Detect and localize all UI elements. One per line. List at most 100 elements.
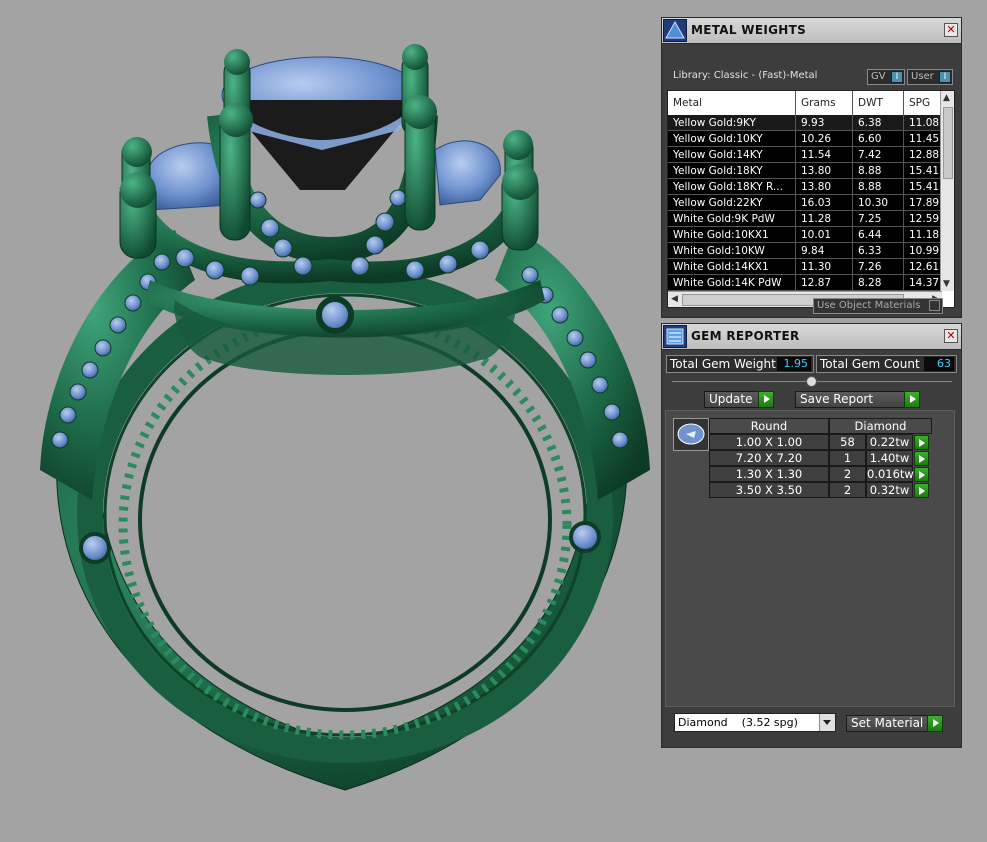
table-row[interactable]: Yellow Gold:14KY 11.54 7.42 12.88 (668, 147, 942, 163)
table-cell: 7.26 (853, 259, 904, 275)
table-row[interactable]: White Gold:10KW 9.84 6.33 10.99 (668, 243, 942, 259)
column-header-spg[interactable]: SPG (904, 91, 942, 115)
toggle-icon (929, 300, 940, 311)
gem-reporter-title: GEM REPORTER (691, 329, 800, 343)
table-row[interactable]: White Gold:14K PdW 12.87 8.28 14.37 (668, 275, 942, 291)
select-gems-play-icon[interactable] (914, 483, 929, 498)
gem-cell: 1.40tw (866, 450, 913, 466)
update-button[interactable]: Update (704, 391, 774, 408)
table-row[interactable]: Yellow Gold:18KY 13.80 8.88 15.41 (668, 163, 942, 179)
gem-cell: 58 (829, 434, 866, 450)
material-select-value: Diamond (3.52 spg) (678, 716, 798, 729)
select-gems-play-icon[interactable] (914, 467, 929, 482)
update-button-label: Update (709, 392, 753, 406)
table-cell: Yellow Gold:14KY (668, 147, 796, 163)
table-row[interactable]: White Gold:9K PdW 11.28 7.25 12.59 (668, 211, 942, 227)
select-gems-play-icon[interactable] (914, 451, 929, 466)
use-object-materials-label: Use Object Materials (817, 300, 921, 311)
total-gem-weight-value: 1.95 (777, 357, 811, 371)
chevron-down-icon[interactable] (819, 714, 835, 731)
material-select[interactable]: Diamond (3.52 spg) (674, 713, 836, 732)
table-cell: White Gold:14K PdW (668, 275, 796, 291)
scroll-down-icon[interactable]: ▼ (943, 279, 950, 289)
metal-weights-table[interactable]: Metal Grams DWT SPG Yellow Gold:9KY 9.93 6… (667, 90, 955, 308)
table-row[interactable]: Yellow Gold:9KY 9.93 6.38 11.08 (668, 115, 942, 131)
table-cell: 12.61 (904, 259, 942, 275)
table-cell: 15.41 (904, 179, 942, 195)
gem-cell: 3.50 X 3.50 (709, 482, 829, 498)
table-cell: Yellow Gold:18KY R... (668, 179, 796, 195)
table-row[interactable]: White Gold:10KX1 10.01 6.44 11.18 (668, 227, 942, 243)
close-icon[interactable]: ✕ (944, 23, 958, 37)
splitter-handle-icon[interactable] (806, 376, 817, 387)
column-header-dwt[interactable]: DWT (853, 91, 904, 115)
gem-cell: 7.20 X 7.20 (709, 450, 829, 466)
table-cell: 6.44 (853, 227, 904, 243)
column-header-grams[interactable]: Grams (796, 91, 853, 115)
table-row[interactable]: Yellow Gold:22KY 16.03 10.30 17.89 (668, 195, 942, 211)
gv-toggle[interactable]: GV I (867, 69, 905, 85)
gv-label: GV (871, 71, 886, 82)
gem-icon (677, 423, 705, 445)
total-gem-count-box: Total Gem Count 63 (816, 355, 957, 373)
toggle-icon: I (939, 71, 951, 83)
total-gem-count-value: 63 (924, 357, 954, 371)
gem-cell: 0.32tw (866, 482, 913, 498)
table-row[interactable]: White Gold:14KX1 11.30 7.26 12.61 (668, 259, 942, 275)
table-cell: 7.25 (853, 211, 904, 227)
save-report-button[interactable]: Save Report (795, 391, 920, 408)
select-gems-play-icon[interactable] (914, 435, 929, 450)
table-cell: 7.42 (853, 147, 904, 163)
table-cell: Yellow Gold:9KY (668, 115, 796, 131)
library-label: Library: Classic - (Fast)-Metal (673, 70, 818, 81)
table-cell: 12.59 (904, 211, 942, 227)
scroll-thumb[interactable] (943, 107, 953, 179)
gem-cell: 1 (829, 450, 866, 466)
total-gem-weight-label: Total Gem Weight (670, 357, 776, 371)
table-row[interactable]: Yellow Gold:10KY 10.26 6.60 11.45 (668, 131, 942, 147)
shape-header: Round (709, 418, 829, 434)
table-cell: 10.01 (796, 227, 853, 243)
type-header: Diamond (829, 418, 932, 434)
table-cell: 11.54 (796, 147, 853, 163)
column-header-metal[interactable]: Metal (668, 91, 796, 115)
gem-cell: 0.016tw (866, 466, 914, 482)
use-object-materials-toggle[interactable]: Use Object Materials (813, 298, 943, 314)
table-cell: 6.33 (853, 243, 904, 259)
gem-reporter-icon (663, 325, 687, 348)
table-cell: 16.03 (796, 195, 853, 211)
vertical-scrollbar[interactable]: ▲ ▼ (940, 91, 954, 291)
table-cell: 8.88 (853, 179, 904, 195)
scroll-left-icon[interactable]: ◀ (671, 294, 678, 304)
table-cell: Yellow Gold:18KY (668, 163, 796, 179)
gem-report-area: Round Diamond 1.00 X 1.00 58 0.22tw 7.20 X … (665, 410, 955, 707)
total-gem-weight-box: Total Gem Weight 1.95 (666, 355, 814, 373)
user-toggle[interactable]: User I (907, 69, 953, 85)
table-cell: 6.60 (853, 131, 904, 147)
gem-cell: 1.00 X 1.00 (709, 434, 829, 450)
table-cell: White Gold:9K PdW (668, 211, 796, 227)
table-cell: 10.30 (853, 195, 904, 211)
metal-weights-titlebar[interactable]: METAL WEIGHTS ✕ (662, 18, 961, 44)
table-cell: 13.80 (796, 179, 853, 195)
table-cell: 9.84 (796, 243, 853, 259)
table-cell: 6.38 (853, 115, 904, 131)
table-cell: 13.80 (796, 163, 853, 179)
metal-weights-title: METAL WEIGHTS (691, 23, 807, 37)
close-icon[interactable]: ✕ (944, 329, 958, 343)
table-cell: 11.30 (796, 259, 853, 275)
table-row[interactable]: Yellow Gold:18KY R... 13.80 8.88 15.41 (668, 179, 942, 195)
gem-reporter-titlebar[interactable]: GEM REPORTER ✕ (662, 324, 961, 350)
table-cell: 17.89 (904, 195, 942, 211)
table-cell: 12.87 (796, 275, 853, 291)
table-cell: Yellow Gold:22KY (668, 195, 796, 211)
scroll-up-icon[interactable]: ▲ (943, 93, 950, 103)
gem-cell: 1.30 X 1.30 (709, 466, 829, 482)
gem-cell: 0.22tw (866, 434, 913, 450)
gem-cell: 2 (829, 482, 866, 498)
table-header: Metal Grams DWT SPG (668, 91, 942, 115)
round-diamond-thumbnail[interactable] (673, 418, 709, 451)
gem-reporter-panel: GEM REPORTER ✕ Total Gem Weight 1.95 Tot… (661, 323, 962, 748)
set-material-button[interactable]: Set Material (846, 715, 943, 732)
table-cell: 8.88 (853, 163, 904, 179)
